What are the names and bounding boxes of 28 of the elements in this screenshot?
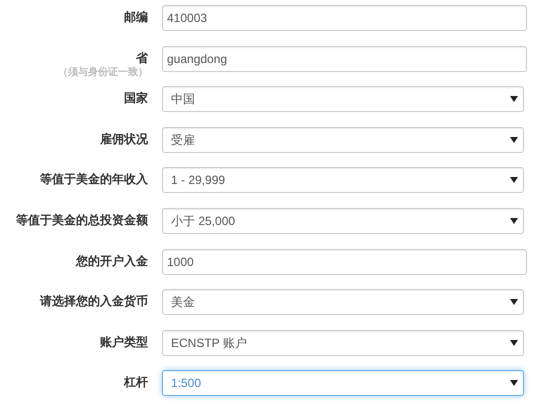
caret-icon <box>510 380 518 386</box>
field-label: 雇佣状况 <box>100 132 148 147</box>
field-label: 账户类型 <box>100 334 148 350</box>
field-label: 请选择您的入金货币 <box>40 294 148 310</box>
select-field[interactable]: 1 - 29,999 <box>162 167 524 194</box>
input-field[interactable]: 410003 <box>162 5 527 31</box>
select-field[interactable]: ECNSTP 账户 <box>162 330 524 356</box>
field-label: 国家 <box>124 91 148 106</box>
caret-icon <box>510 136 518 143</box>
caret-icon <box>510 340 518 346</box>
select-field[interactable]: 小于 25,000 <box>162 208 524 234</box>
field-label: 杠杆 <box>124 375 148 390</box>
caret-icon <box>510 177 518 184</box>
select-field[interactable]: 美金 <box>162 289 524 316</box>
input-field[interactable]: guangdong <box>162 46 527 72</box>
field-label: 等值于美金的年收入 <box>40 172 148 188</box>
field-note: （须与身份证一致） <box>58 66 148 79</box>
field-label: 省 <box>136 50 148 66</box>
caret-icon <box>510 299 518 306</box>
caret-icon <box>510 218 518 224</box>
field-label: 等值于美金的总投资金额 <box>16 212 148 228</box>
input-field[interactable]: 1000 <box>162 248 527 275</box>
field-label: 您的开户入金 <box>76 254 148 269</box>
select-field[interactable]: 受雇 <box>162 126 524 153</box>
select-field[interactable]: 中国 <box>162 86 524 112</box>
select-field[interactable]: 1:500 <box>162 370 524 396</box>
caret-icon <box>510 96 518 102</box>
field-label: 邮编 <box>124 10 148 25</box>
